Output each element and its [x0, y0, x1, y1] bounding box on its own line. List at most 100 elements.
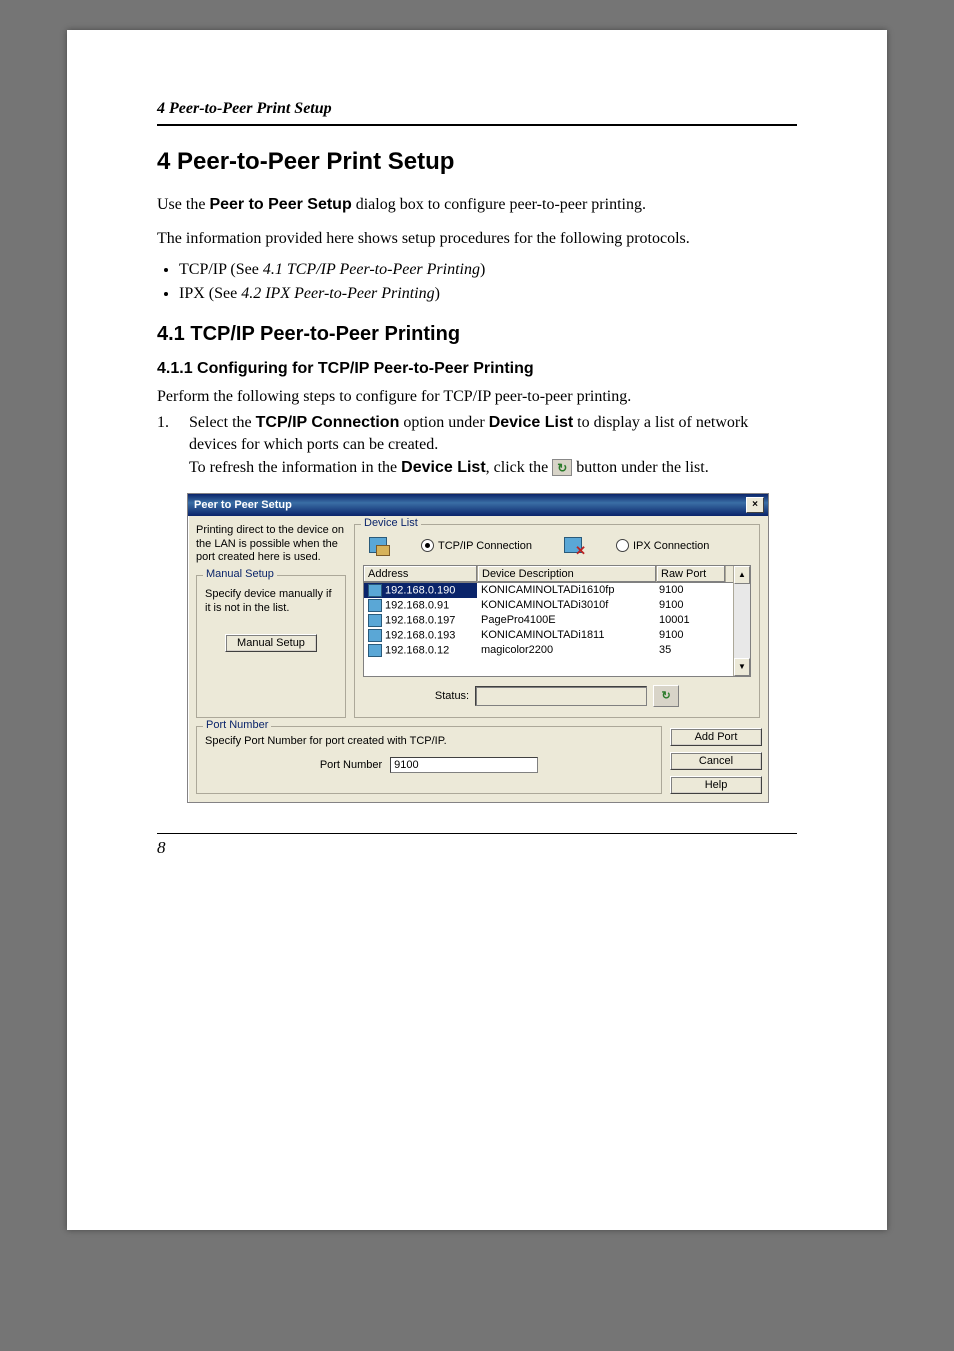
tcpip-connection-radio[interactable]: TCP/IP Connection — [421, 539, 532, 552]
left-description: Printing direct to the device on the LAN… — [196, 524, 346, 565]
text-fragment: TCP/IP (See — [179, 261, 263, 278]
manual-setup-button[interactable]: Manual Setup — [225, 634, 317, 652]
close-button[interactable]: × — [746, 497, 764, 513]
tcpip-connection-label: TCP/IP Connection — [438, 540, 532, 552]
vertical-scrollbar[interactable]: ▲ ▼ — [733, 566, 750, 676]
text-fragment: Use the — [157, 196, 209, 213]
peer-to-peer-dialog: Peer to Peer Setup × Printing direct to … — [187, 493, 769, 803]
listview-rows: 192.168.0.190KONICAMINOLTADi1610fp910019… — [364, 583, 733, 658]
cell-description: KONICAMINOLTADi1610fp — [477, 583, 655, 598]
device-list-bold: Device List — [489, 414, 573, 431]
dialog-title: Peer to Peer Setup — [194, 499, 292, 511]
text-fragment: ) — [435, 285, 440, 302]
add-port-button[interactable]: Add Port — [670, 728, 762, 746]
radio-dot-icon — [616, 539, 629, 552]
tcpip-icon — [367, 535, 391, 557]
cell-description: KONICAMINOLTADi3010f — [477, 598, 655, 613]
running-header: 4 Peer-to-Peer Print Setup — [157, 100, 797, 118]
bullet-tcpip: TCP/IP (See 4.1 TCP/IP Peer-to-Peer Prin… — [179, 261, 797, 279]
header-rule — [157, 124, 797, 126]
text-fragment: , click the — [486, 459, 553, 476]
device-listview[interactable]: Address Device Description Raw Port 192.… — [363, 565, 751, 677]
left-column: Printing direct to the device on the LAN… — [196, 524, 346, 718]
dialog-name-bold: Peer to Peer Setup — [209, 196, 351, 213]
cell-port: 35 — [655, 643, 723, 658]
device-icon — [368, 599, 382, 612]
table-row[interactable]: 192.168.0.197PagePro4100E10001 — [364, 613, 733, 628]
port-number-desc: Specify Port Number for port created wit… — [205, 735, 653, 749]
scroll-down-arrow-icon[interactable]: ▼ — [734, 658, 750, 676]
text-fragment: option under — [399, 414, 488, 431]
text-fragment: Select the — [189, 414, 256, 431]
cell-address: 192.168.0.12 — [364, 643, 477, 658]
refresh-icon-inline — [552, 459, 572, 476]
status-row: Status: — [363, 685, 751, 707]
intro-paragraph-1: Use the Peer to Peer Setup dialog box to… — [157, 194, 797, 216]
status-label: Status: — [435, 690, 469, 702]
cell-address: 192.168.0.190 — [364, 583, 477, 598]
cell-description: KONICAMINOLTADi1811 — [477, 628, 655, 643]
table-row[interactable]: 192.168.0.12magicolor220035 — [364, 643, 733, 658]
help-button[interactable]: Help — [670, 776, 762, 794]
device-icon — [368, 614, 382, 627]
bullet-ipx: IPX (See 4.2 IPX Peer-to-Peer Printing) — [179, 285, 797, 303]
device-list-bold-2: Device List — [401, 459, 485, 476]
ipx-connection-label: IPX Connection — [633, 540, 709, 552]
ref-4.1: 4.1 TCP/IP Peer-to-Peer Printing — [263, 261, 480, 278]
device-icon — [368, 584, 382, 597]
cell-address: 192.168.0.91 — [364, 598, 477, 613]
cell-description: magicolor2200 — [477, 643, 655, 658]
port-number-group: Port Number Specify Port Number for port… — [196, 726, 662, 794]
cell-port: 10001 — [655, 613, 723, 628]
manual-setup-legend: Manual Setup — [203, 568, 277, 580]
column-raw-port[interactable]: Raw Port — [657, 566, 726, 582]
port-number-label: Port Number — [320, 759, 382, 771]
cell-port: 9100 — [655, 598, 723, 613]
page-number: 8 — [157, 833, 797, 858]
step-1: 1. Select the TCP/IP Connection option u… — [157, 412, 797, 479]
cell-address: 192.168.0.197 — [364, 613, 477, 628]
section-4.1-title: 4.1 TCP/IP Peer-to-Peer Printing — [157, 323, 797, 346]
cell-port: 9100 — [655, 628, 723, 643]
bottom-row: Port Number Specify Port Number for port… — [196, 726, 760, 794]
manual-setup-group: Manual Setup Specify device manually if … — [196, 575, 346, 718]
cancel-button[interactable]: Cancel — [670, 752, 762, 770]
column-address[interactable]: Address — [364, 566, 478, 582]
connection-type-row: TCP/IP Connection IPX Connection — [363, 533, 751, 565]
text-fragment: IPX (See — [179, 285, 241, 302]
device-list-group: Device List TCP/IP Connection IPX Connec… — [354, 524, 760, 718]
text-fragment: dialog box to configure peer-to-peer pri… — [352, 196, 646, 213]
device-list-legend: Device List — [361, 517, 421, 529]
dialog-side-buttons: Add Port Cancel Help — [670, 726, 760, 794]
device-icon — [368, 644, 382, 657]
manual-setup-desc: Specify device manually if it is not in … — [205, 588, 337, 616]
port-number-input[interactable] — [390, 757, 538, 773]
cell-address: 192.168.0.193 — [364, 628, 477, 643]
refresh-button[interactable] — [653, 685, 679, 707]
intro-paragraph-2: The information provided here shows setu… — [157, 228, 797, 250]
port-number-legend: Port Number — [203, 719, 271, 731]
protocol-bullets: TCP/IP (See 4.1 TCP/IP Peer-to-Peer Prin… — [157, 261, 797, 303]
cell-description: PagePro4100E — [477, 613, 655, 628]
table-row[interactable]: 192.168.0.91KONICAMINOLTADi3010f9100 — [364, 598, 733, 613]
cell-port: 9100 — [655, 583, 723, 598]
device-icon — [368, 629, 382, 642]
text-fragment: ) — [480, 261, 485, 278]
scroll-up-arrow-icon[interactable]: ▲ — [734, 566, 750, 584]
status-field — [475, 686, 647, 706]
dialog-titlebar[interactable]: Peer to Peer Setup × — [188, 494, 768, 516]
listview-header: Address Device Description Raw Port — [364, 566, 733, 583]
table-row[interactable]: 192.168.0.193KONICAMINOLTADi18119100 — [364, 628, 733, 643]
ref-4.2: 4.2 IPX Peer-to-Peer Printing — [241, 285, 434, 302]
document-page: 4 Peer-to-Peer Print Setup 4 Peer-to-Pee… — [67, 30, 887, 1230]
ipx-icon — [562, 535, 586, 557]
step-body: Select the TCP/IP Connection option unde… — [189, 412, 797, 479]
text-fragment: button under the list. — [572, 459, 708, 476]
tcpip-connection-bold: TCP/IP Connection — [256, 414, 400, 431]
right-column: Device List TCP/IP Connection IPX Connec… — [354, 524, 760, 718]
table-row[interactable]: 192.168.0.190KONICAMINOLTADi1610fp9100 — [364, 583, 733, 598]
section-4-title: 4 Peer-to-Peer Print Setup — [157, 148, 797, 176]
ipx-connection-radio[interactable]: IPX Connection — [616, 539, 709, 552]
dialog-body: Printing direct to the device on the LAN… — [188, 516, 768, 802]
column-description[interactable]: Device Description — [478, 566, 657, 582]
